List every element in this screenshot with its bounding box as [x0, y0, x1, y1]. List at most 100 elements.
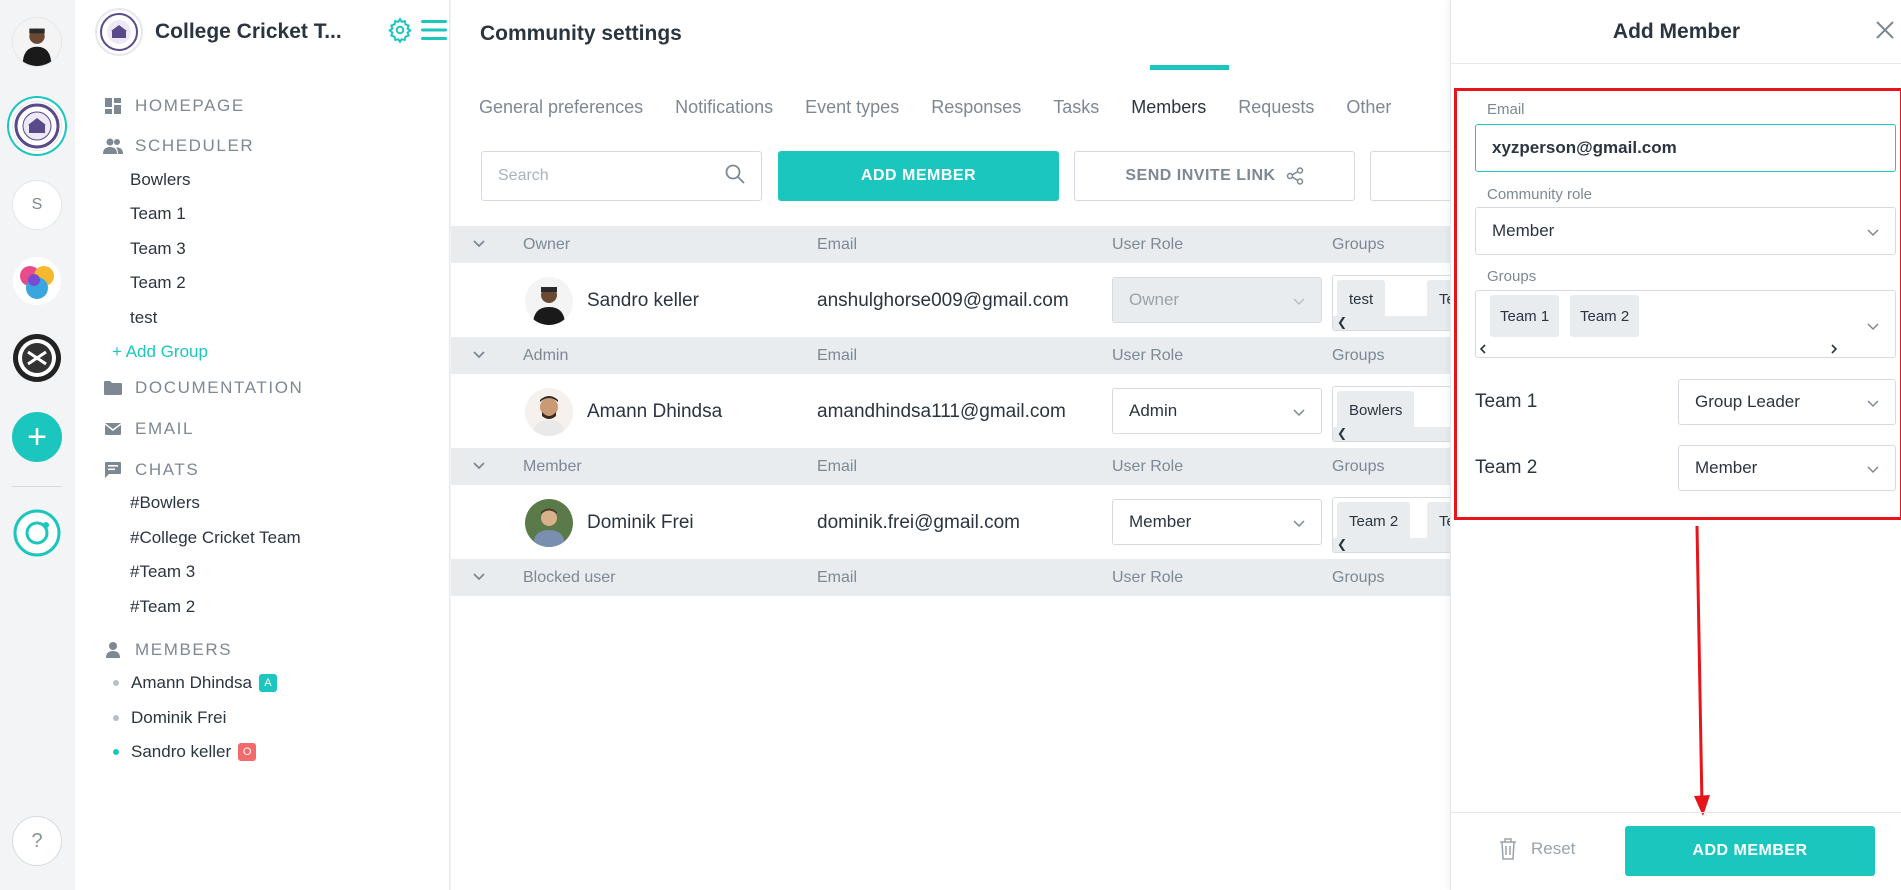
chevron-down-icon[interactable] [471, 458, 487, 479]
groups-field[interactable]: Team 2 Te ❮ [1332, 497, 1452, 553]
column-email: Email [817, 235, 858, 253]
tab-general-preferences[interactable]: General preferences [479, 97, 643, 125]
page-title: Community settings [480, 22, 682, 45]
tab-other[interactable]: Other [1346, 97, 1391, 125]
rail-divider [12, 486, 62, 487]
groups-field[interactable]: test Te ❮ [1332, 275, 1452, 331]
chat-college-cricket-team[interactable]: #College Cricket Team [130, 528, 301, 548]
community-emblem-icon[interactable] [12, 333, 62, 383]
dashboard-icon [103, 96, 123, 116]
group-chip: Team 2 [1337, 502, 1411, 540]
user-role-value: Owner [1129, 290, 1180, 309]
table-row: Sandro keller anshulghorse009@gmail.com … [451, 263, 1452, 337]
community-title[interactable]: College Cricket T... [155, 20, 342, 44]
groups-field[interactable]: Bowlers ❮ [1332, 386, 1452, 442]
presence-dot [113, 749, 119, 755]
sidebar-group-team2[interactable]: Team 2 [130, 273, 186, 293]
member-name: Amann Dhindsa [587, 401, 723, 422]
tab-members[interactable]: Members [1131, 97, 1206, 125]
nav-documentation[interactable]: DOCUMENTATION [103, 378, 303, 398]
people-icon [103, 136, 123, 156]
panel-add-member-button[interactable]: ADD MEMBER [1625, 826, 1875, 876]
tab-responses[interactable]: Responses [931, 97, 1021, 125]
community-rail: S + ? [0, 0, 75, 890]
discover-icon[interactable] [12, 508, 62, 558]
user-role-select[interactable]: Admin [1112, 388, 1322, 434]
person-icon [103, 640, 123, 660]
settings-gear-icon[interactable] [387, 17, 413, 48]
section-header-admin[interactable]: Admin Email User Role Groups [451, 337, 1450, 374]
group-chip: Te [1427, 502, 1451, 540]
chat-bowlers[interactable]: #Bowlers [130, 493, 200, 513]
horizontal-scrollbar[interactable]: ❮ [1333, 426, 1451, 441]
nav-documentation-label: DOCUMENTATION [135, 378, 304, 397]
sidebar-group-team3[interactable]: Team 3 [130, 239, 186, 259]
tab-requests[interactable]: Requests [1238, 97, 1314, 125]
community-header: College Cricket T... [95, 8, 447, 56]
help-icon[interactable]: ? [12, 816, 62, 866]
send-invite-link-button[interactable]: SEND INVITE LINK [1074, 151, 1355, 201]
send-invite-label: SEND INVITE LINK [1125, 167, 1276, 184]
section-header-blocked[interactable]: Blocked user Email User Role Groups [451, 559, 1450, 596]
member-email: amandhindsa111@gmail.com [817, 401, 1066, 422]
nav-homepage-label: HOMEPAGE [135, 96, 245, 115]
column-user-role: User Role [1112, 568, 1184, 586]
nav-chats[interactable]: CHATS [103, 460, 199, 480]
settings-tabs: General preferences Notifications Event … [479, 97, 1423, 125]
chat-team2[interactable]: #Team 2 [130, 597, 195, 617]
sidebar-member-dominik[interactable]: Dominik Frei [113, 708, 226, 728]
section-label: Blocked user [523, 568, 616, 586]
sidebar-member-sandro[interactable]: Sandro keller O [113, 742, 257, 762]
horizontal-scrollbar[interactable]: ❮ [1333, 315, 1451, 330]
add-member-button[interactable]: ADD MEMBER [778, 151, 1059, 201]
chat-team3[interactable]: #Team 3 [130, 562, 195, 582]
nav-scheduler[interactable]: SCHEDULER [103, 136, 254, 156]
tab-notifications[interactable]: Notifications [675, 97, 773, 125]
chevron-down-icon[interactable] [471, 569, 487, 590]
panel-footer-divider [1451, 812, 1901, 813]
community-s-icon[interactable]: S [12, 180, 62, 230]
presence-dot [113, 715, 119, 721]
horizontal-scrollbar[interactable]: ❮ [1333, 537, 1451, 552]
section-header-owner[interactable]: Owner Email User Role Groups [451, 226, 1450, 263]
scroll-left-icon[interactable]: ❮ [1337, 537, 1347, 551]
nav-members-label: MEMBERS [135, 640, 233, 659]
add-group-link[interactable]: + Add Group [112, 342, 208, 362]
section-header-member[interactable]: Member Email User Role Groups [451, 448, 1450, 485]
sidebar-group-team1[interactable]: Team 1 [130, 204, 186, 224]
sidebar-group-test[interactable]: test [130, 308, 157, 328]
chevron-down-icon[interactable] [471, 236, 487, 257]
search-placeholder: Search [498, 167, 549, 184]
column-groups: Groups [1332, 346, 1385, 364]
add-community-icon[interactable]: + [12, 412, 62, 462]
chevron-down-icon [1291, 405, 1307, 426]
user-avatar[interactable] [12, 17, 62, 67]
chevron-down-icon[interactable] [471, 347, 487, 368]
arrow-annotation [1694, 525, 1710, 816]
scroll-left-icon[interactable]: ❮ [1337, 426, 1347, 440]
nav-homepage[interactable]: HOMEPAGE [103, 96, 245, 116]
sidebar-member-amann[interactable]: Amann Dhindsa A [113, 673, 277, 693]
sidebar-group-bowlers[interactable]: Bowlers [130, 170, 190, 190]
presence-dot [113, 680, 119, 686]
avatar [525, 277, 573, 325]
nav-members[interactable]: MEMBERS [103, 640, 232, 660]
scroll-left-icon[interactable]: ❮ [1337, 315, 1347, 329]
tab-tasks[interactable]: Tasks [1053, 97, 1099, 125]
community-college-cricket-icon[interactable] [12, 101, 62, 151]
search-input[interactable]: Search [481, 151, 762, 201]
folder-icon [103, 378, 123, 398]
table-row: Amann Dhindsa amandhindsa111@gmail.com A… [451, 374, 1452, 448]
hamburger-menu-icon[interactable] [421, 18, 447, 47]
owner-badge: O [238, 743, 257, 761]
community-logo [95, 8, 143, 56]
nav-chats-label: CHATS [135, 460, 200, 479]
nav-email[interactable]: EMAIL [103, 419, 194, 439]
column-groups: Groups [1332, 457, 1385, 475]
user-role-select[interactable]: Member [1112, 499, 1322, 545]
column-email: Email [817, 346, 858, 364]
tab-event-types[interactable]: Event types [805, 97, 899, 125]
community-colorful-icon[interactable] [12, 256, 62, 306]
reset-button[interactable]: Reset [1499, 838, 1575, 860]
group-chip: Te [1427, 280, 1451, 318]
